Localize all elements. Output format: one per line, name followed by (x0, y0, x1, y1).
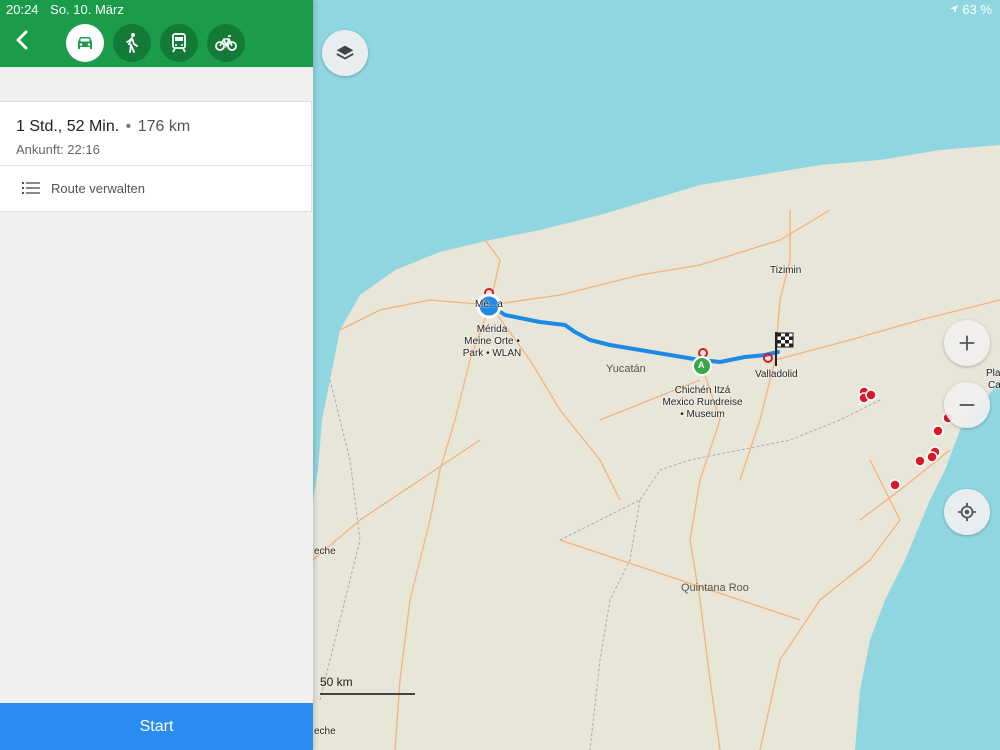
map-scale: 50 km (320, 675, 415, 695)
label-merida-name: Mérida (476, 324, 508, 335)
arrival-time: Ankunft: 22:16 (16, 142, 100, 157)
status-time: 20:24 (6, 2, 39, 17)
back-button[interactable] (10, 28, 36, 58)
zoom-out-button[interactable] (944, 382, 990, 428)
label-chichen-sub1: Mexico Rundreise (662, 397, 743, 408)
label-valladolid: Valladolid (755, 369, 798, 380)
chevron-left-icon (16, 30, 28, 50)
walk-icon (126, 33, 138, 53)
list-icon (22, 182, 40, 194)
land-mass (313, 145, 1000, 750)
label-yucatan: Yucatán (606, 363, 646, 375)
label-campeche-2: eche (314, 726, 336, 737)
start-button[interactable]: Start (0, 703, 313, 750)
location-arrow-icon (949, 2, 959, 13)
label-chichen: Chichén Itzá Mexico Rundreise • Museum (655, 385, 750, 421)
car-icon (78, 37, 92, 49)
layers-icon (336, 45, 354, 60)
label-chichen-sub2: • Museum (680, 409, 725, 420)
scale-label: 50 km (320, 675, 353, 689)
label-playa: Play (986, 368, 1000, 379)
layers-button[interactable] (322, 30, 368, 76)
bike-icon (215, 35, 237, 51)
my-location-button[interactable] (944, 489, 990, 535)
label-quintana-roo: Quintana Roo (681, 582, 749, 594)
mode-car-button[interactable] (66, 24, 104, 62)
battery-percent: 63 % (962, 2, 992, 17)
route-summary-card[interactable]: 1 Std., 52 Min. • 176 km Ankunft: 22:16 … (0, 101, 312, 212)
train-icon (172, 33, 186, 53)
plus-icon (959, 335, 975, 351)
mode-walk-button[interactable] (113, 24, 151, 62)
status-bar: 20:24 So. 10. März 63 % (0, 0, 1000, 20)
waypoint-a-label: A (698, 360, 705, 370)
scale-bar (320, 693, 415, 695)
minus-icon (959, 404, 975, 406)
label-tizimin: Tizimin (770, 265, 802, 276)
zoom-in-button[interactable] (944, 320, 990, 366)
label-merida: Mérida Meine Orte • Park • WLAN (452, 324, 532, 360)
route-duration: 1 Std., 52 Min. (16, 118, 120, 135)
crosshair-icon (957, 502, 977, 522)
label-merida-sub2: Park • WLAN (462, 348, 522, 359)
label-playa-2: Ca (988, 380, 1000, 391)
manage-route-label: Route verwalten (51, 181, 145, 196)
route-distance: 176 km (137, 118, 191, 135)
route-separator: • (125, 118, 132, 135)
manage-route-button[interactable]: Route verwalten (0, 166, 311, 211)
route-duration-line: 1 Std., 52 Min. • 176 km (16, 118, 190, 136)
label-chichen-name: Chichén Itzá (674, 385, 731, 396)
mode-train-button[interactable] (160, 24, 198, 62)
status-right: 63 % (949, 2, 992, 17)
label-merida-sub1: Meine Orte • (464, 336, 520, 347)
label-campeche: eche (314, 546, 336, 557)
status-left: 20:24 So. 10. März (6, 2, 124, 17)
route-panel: 1 Std., 52 Min. • 176 km Ankunft: 22:16 … (0, 0, 313, 750)
label-merida-short: Mé...a (475, 299, 503, 310)
status-date: So. 10. März (50, 2, 124, 17)
mode-bike-button[interactable] (207, 24, 245, 62)
